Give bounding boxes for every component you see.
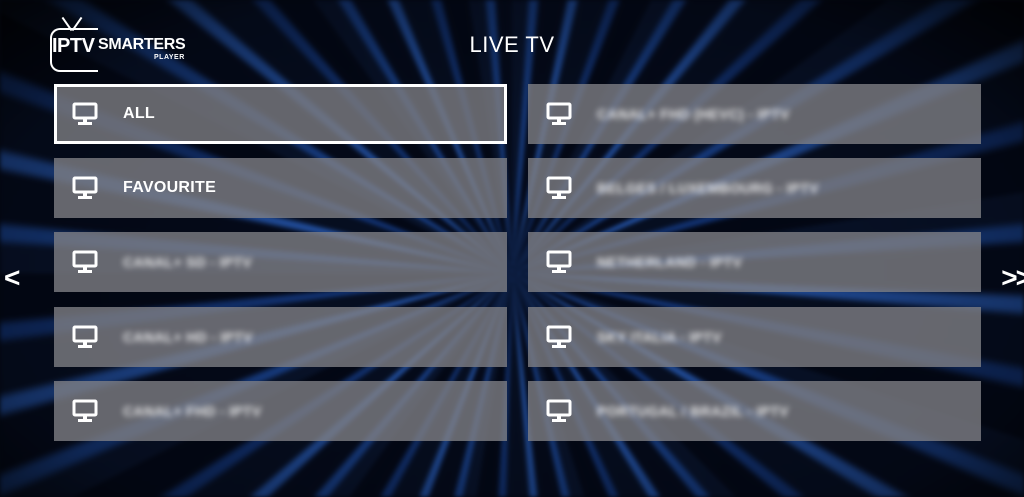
monitor-icon	[546, 176, 572, 199]
category-tile[interactable]: BELGES / LUXEMBOURG - IPTV	[528, 158, 981, 218]
category-tile-favourite[interactable]: FAVOURITE	[54, 158, 507, 218]
monitor-icon	[72, 102, 98, 125]
category-label: ALL	[123, 105, 156, 122]
category-tile[interactable]: NETHERLAND - IPTV	[528, 232, 981, 292]
category-label: NETHERLAND - IPTV	[597, 254, 743, 270]
monitor-icon	[546, 325, 572, 348]
category-label: CANAL+ FHD - IPTV	[123, 403, 262, 419]
monitor-icon	[72, 176, 98, 199]
monitor-icon	[546, 250, 572, 273]
page-title: LIVE TV	[469, 32, 555, 57]
category-label: FAVOURITE	[123, 179, 217, 196]
prev-page-arrow[interactable]: <	[4, 264, 20, 292]
category-tile[interactable]: CANAL+ FHD - IPTV	[54, 381, 507, 441]
monitor-icon	[546, 399, 572, 422]
category-label: CANAL+ SD - IPTV	[123, 254, 252, 270]
monitor-icon	[72, 399, 98, 422]
category-label: SKY ITALIA - IPTV	[597, 329, 722, 345]
monitor-icon	[72, 250, 98, 273]
monitor-icon	[72, 325, 98, 348]
category-tile[interactable]: SKY ITALIA - IPTV	[528, 307, 981, 367]
category-label: BELGES / LUXEMBOURG - IPTV	[597, 180, 819, 196]
category-tile[interactable]: CANAL+ SD - IPTV	[54, 232, 507, 292]
category-label: CANAL+ HD - IPTV	[123, 329, 253, 345]
next-page-arrow[interactable]: >>	[1001, 264, 1024, 292]
monitor-icon	[546, 102, 572, 125]
category-tile[interactable]: CANAL+ HD - IPTV	[54, 307, 507, 367]
category-label: PORTUGAL / BRAZIL - IPTV	[597, 403, 789, 419]
category-tile[interactable]: PORTUGAL / BRAZIL - IPTV	[528, 381, 981, 441]
category-tile-all[interactable]: ALL	[54, 84, 507, 144]
category-tile[interactable]: CANAL+ FHD (HEVC) - IPTV	[528, 84, 981, 144]
category-label: CANAL+ FHD (HEVC) - IPTV	[597, 106, 790, 122]
